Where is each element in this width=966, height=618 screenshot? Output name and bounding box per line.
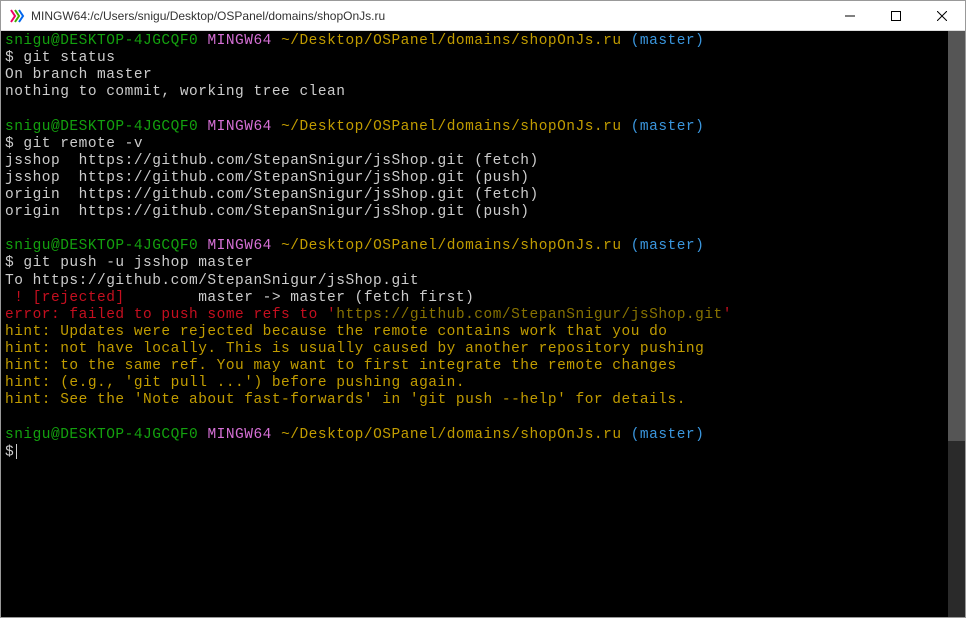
scrollbar-thumb[interactable]: [948, 31, 965, 441]
maximize-button[interactable]: [873, 1, 919, 31]
output-line: nothing to commit, working tree clean: [5, 84, 961, 101]
output-line: hint: to the same ref. You may want to f…: [5, 358, 961, 375]
output-line: hint: (e.g., 'git pull ...') before push…: [5, 375, 961, 392]
command-line: $ git status: [5, 50, 961, 67]
command-line: $ git remote -v: [5, 136, 961, 153]
blank-line: [5, 101, 961, 118]
output-line: hint: See the 'Note about fast-forwards'…: [5, 392, 961, 409]
output-line: ! [rejected] master -> master (fetch fir…: [5, 290, 961, 307]
output-line: jsshop https://github.com/StepanSnigur/j…: [5, 170, 961, 187]
output-line: origin https://github.com/StepanSnigur/j…: [5, 187, 961, 204]
prompt-line: snigu@DESKTOP-4JGCQF0 MINGW64 ~/Desktop/…: [5, 427, 961, 444]
prompt-line: snigu@DESKTOP-4JGCQF0 MINGW64 ~/Desktop/…: [5, 119, 961, 136]
blank-line: [5, 409, 961, 426]
terminal-content[interactable]: snigu@DESKTOP-4JGCQF0 MINGW64 ~/Desktop/…: [1, 31, 965, 617]
cursor: [16, 444, 17, 459]
titlebar[interactable]: MINGW64:/c/Users/snigu/Desktop/OSPanel/d…: [1, 1, 965, 31]
titlebar-controls: [827, 1, 965, 31]
command-line: $ git push -u jsshop master: [5, 255, 961, 272]
prompt-line: snigu@DESKTOP-4JGCQF0 MINGW64 ~/Desktop/…: [5, 33, 961, 50]
output-line: On branch master: [5, 67, 961, 84]
output-line: origin https://github.com/StepanSnigur/j…: [5, 204, 961, 221]
output-line: error: failed to push some refs to 'http…: [5, 307, 961, 324]
window-title: MINGW64:/c/Users/snigu/Desktop/OSPanel/d…: [31, 9, 827, 23]
minimize-button[interactable]: [827, 1, 873, 31]
blank-line: [5, 221, 961, 238]
terminal-window: MINGW64:/c/Users/snigu/Desktop/OSPanel/d…: [0, 0, 966, 618]
output-line: hint: not have locally. This is usually …: [5, 341, 961, 358]
close-button[interactable]: [919, 1, 965, 31]
scrollbar[interactable]: [948, 31, 965, 617]
app-icon: [9, 8, 25, 24]
output-line: jsshop https://github.com/StepanSnigur/j…: [5, 153, 961, 170]
output-line: hint: Updates were rejected because the …: [5, 324, 961, 341]
current-input-line[interactable]: $: [5, 444, 961, 461]
prompt-line: snigu@DESKTOP-4JGCQF0 MINGW64 ~/Desktop/…: [5, 238, 961, 255]
output-line: To https://github.com/StepanSnigur/jsSho…: [5, 273, 961, 290]
